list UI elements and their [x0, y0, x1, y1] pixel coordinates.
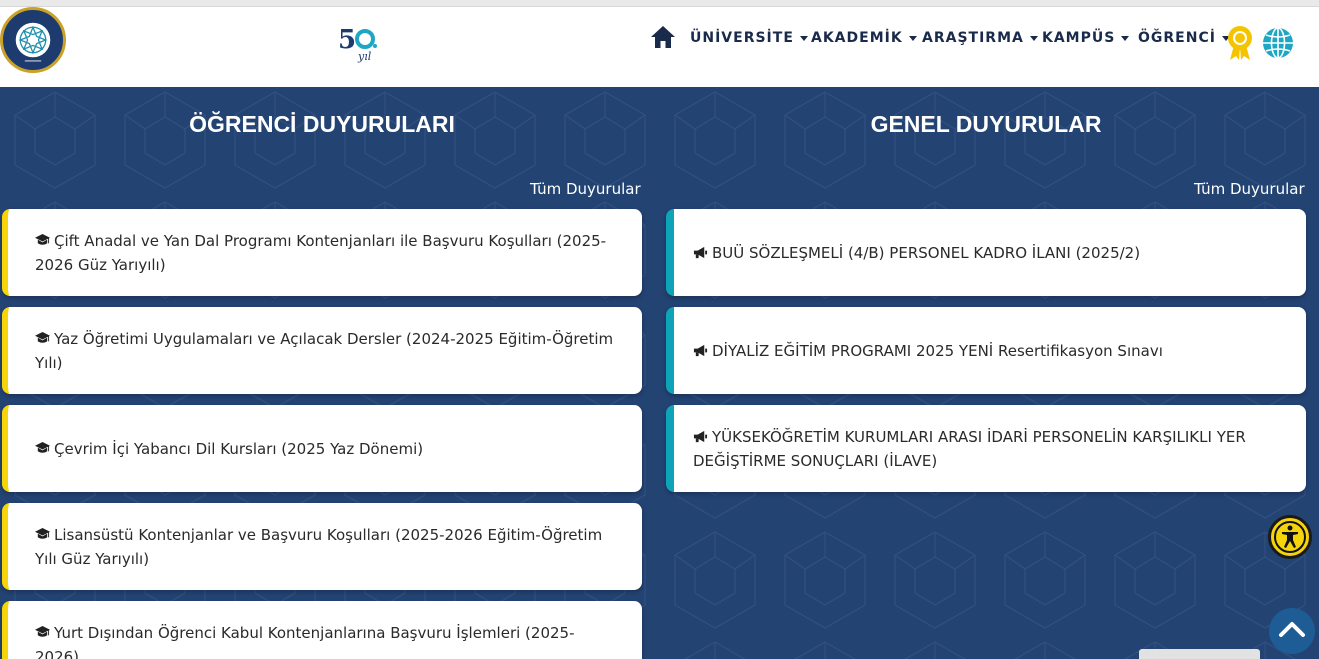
browser-top-strip — [0, 0, 1319, 7]
announcement-text: BUÜ SÖZLEŞMELİ (4/B) PERSONEL KADRO İLAN… — [693, 241, 1140, 265]
accessibility-button[interactable] — [1268, 515, 1312, 559]
chevron-down-icon — [799, 35, 808, 41]
announcement-text: Yurt Dışından Öğrenci Kabul Kontenjanlar… — [35, 621, 618, 659]
general-all-announcements-link[interactable]: Tüm Duyurular — [1194, 180, 1305, 198]
announcement-title: YÜKSEKÖĞRETİM KURUMLARI ARASI İDARİ PERS… — [693, 427, 1246, 470]
general-announcement-card[interactable]: BUÜ SÖZLEŞMELİ (4/B) PERSONEL KADRO İLAN… — [666, 209, 1306, 296]
nav-kampus[interactable]: KAMPÜS — [1042, 30, 1130, 46]
graduation-cap-icon — [35, 441, 50, 453]
graduation-cap-icon — [35, 625, 50, 637]
announcement-text: Çevrim İçi Yabancı Dil Kursları (2025 Ya… — [35, 437, 423, 461]
announcement-text: DİYALİZ EĞİTİM PROGRAMI 2025 YENİ Resert… — [693, 339, 1163, 363]
announcement-title: Yaz Öğretimi Uygulamaları ve Açılacak De… — [35, 329, 614, 372]
student-announcement-card[interactable]: Lisansüstü Kontenjanlar ve Başvuru Koşul… — [2, 503, 642, 590]
globe-icon[interactable] — [1261, 26, 1295, 60]
home-icon[interactable] — [650, 25, 676, 49]
accessibility-icon — [1274, 521, 1306, 553]
nav-universite-label: ÜNİVERSİTE — [690, 30, 794, 46]
general-announcement-card[interactable]: DİYALİZ EĞİTİM PROGRAMI 2025 YENİ Resert… — [666, 307, 1306, 394]
back-to-top-button[interactable] — [1269, 608, 1315, 654]
megaphone-icon — [693, 430, 708, 442]
student-announcement-card[interactable]: Yaz Öğretimi Uygulamaları ve Açılacak De… — [2, 307, 642, 394]
student-announcement-card[interactable]: Çift Anadal ve Yan Dal Programı Kontenja… — [2, 209, 642, 296]
announcement-text: Yaz Öğretimi Uygulamaları ve Açılacak De… — [35, 327, 618, 375]
graduation-cap-icon — [35, 233, 50, 245]
nav-ogrenci-label: ÖĞRENCİ — [1138, 30, 1216, 46]
nav-ogrenci[interactable]: ÖĞRENCİ — [1138, 30, 1230, 46]
chevron-down-icon — [1029, 35, 1038, 41]
chevron-up-icon — [1279, 622, 1305, 637]
nav-kampus-label: KAMPÜS — [1042, 30, 1116, 46]
announcement-text: YÜKSEKÖĞRETİM KURUMLARI ARASI İDARİ PERS… — [693, 425, 1282, 473]
student-announcements-title: ÖĞRENCİ DUYURULARI — [189, 111, 455, 137]
megaphone-icon — [693, 344, 708, 356]
general-announcement-card[interactable]: YÜKSEKÖĞRETİM KURUMLARI ARASI İDARİ PERS… — [666, 405, 1306, 492]
general-announcements-title: GENEL DUYURULAR — [870, 111, 1102, 137]
announcement-text: Çift Anadal ve Yan Dal Programı Kontenja… — [35, 229, 618, 277]
student-announcement-card[interactable]: Yurt Dışından Öğrenci Kabul Kontenjanlar… — [2, 601, 642, 659]
announcement-title: Lisansüstü Kontenjanlar ve Başvuru Koşul… — [35, 525, 603, 568]
chevron-down-icon — [1121, 35, 1130, 41]
announcement-title: Yurt Dışından Öğrenci Kabul Kontenjanlar… — [35, 623, 575, 659]
svg-text:yıl: yıl — [357, 50, 372, 63]
announcement-title: BUÜ SÖZLEŞMELİ (4/B) PERSONEL KADRO İLAN… — [712, 243, 1141, 262]
nav-arastirma-label: ARAŞTIRMA — [922, 30, 1024, 46]
university-seal-logo[interactable] — [0, 7, 66, 73]
svg-text:5: 5 — [338, 25, 356, 55]
graduation-cap-icon — [35, 331, 50, 343]
student-all-announcements-link[interactable]: Tüm Duyurular — [530, 180, 641, 198]
nav-akademik-label: AKADEMİK — [811, 30, 903, 46]
nav-arastirma[interactable]: ARAŞTIRMA — [922, 30, 1038, 46]
chevron-down-icon — [908, 35, 917, 41]
graduation-cap-icon — [35, 527, 50, 539]
megaphone-icon — [693, 246, 708, 258]
nav-akademik[interactable]: AKADEMİK — [811, 30, 917, 46]
fifty-years-logo: 5 yıl — [338, 25, 377, 63]
floating-tab[interactable] — [1139, 649, 1260, 659]
nav-universite[interactable]: ÜNİVERSİTE — [690, 30, 808, 46]
announcement-text: Lisansüstü Kontenjanlar ve Başvuru Koşul… — [35, 523, 618, 571]
announcement-title: Çift Anadal ve Yan Dal Programı Kontenja… — [35, 231, 607, 274]
award-icon[interactable] — [1226, 25, 1254, 61]
announcement-title: Çevrim İçi Yabancı Dil Kursları (2025 Ya… — [54, 439, 424, 458]
announcement-title: DİYALİZ EĞİTİM PROGRAMI 2025 YENİ Resert… — [712, 341, 1163, 360]
announcements-section: ÖĞRENCİ DUYURULARI GENEL DUYURULAR Tüm D… — [0, 87, 1319, 659]
student-announcement-card[interactable]: Çevrim İçi Yabancı Dil Kursları (2025 Ya… — [2, 405, 642, 492]
